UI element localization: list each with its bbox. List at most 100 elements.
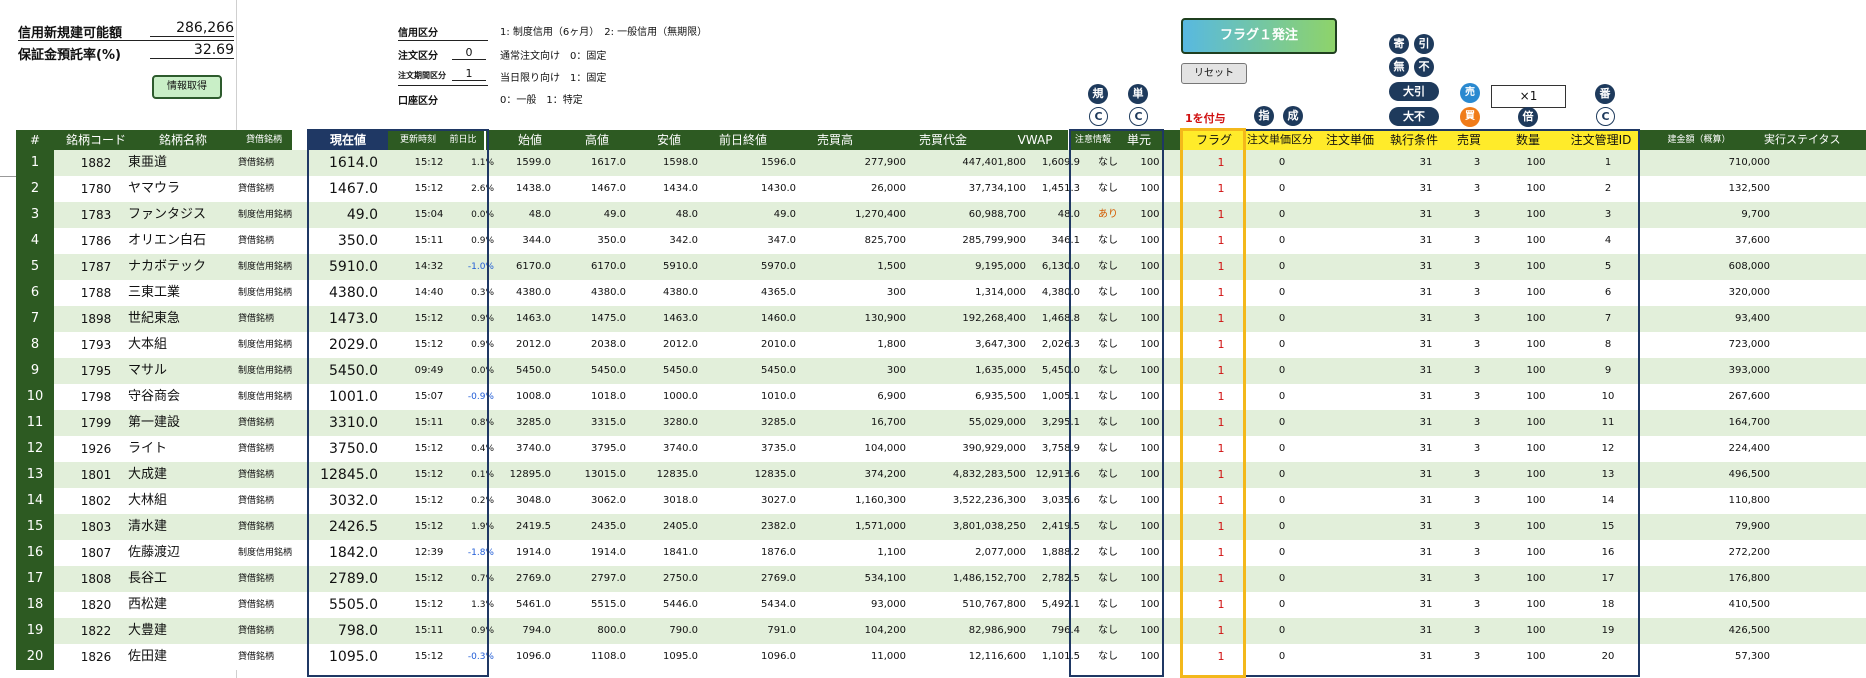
order-flag[interactable]: 1 — [1198, 306, 1244, 332]
multiplier-input[interactable]: ×1 — [1491, 85, 1566, 108]
order-type[interactable]: 0 — [1267, 176, 1297, 202]
order-flag[interactable]: 1 — [1198, 410, 1244, 436]
reset-button[interactable]: リセット — [1181, 63, 1247, 84]
none-icon[interactable]: 無 — [1389, 57, 1409, 77]
order-qty[interactable]: 100 — [1518, 254, 1554, 280]
table-row[interactable]: 7 1898 世紀東急 貸借銘柄 1473.0 15:12 0.9% 1463.0 1475.0… — [16, 306, 1866, 332]
order-qty[interactable]: 100 — [1518, 592, 1554, 618]
order-type[interactable]: 0 — [1267, 514, 1297, 540]
table-row[interactable]: 1 1882 東亜道 貸借銘柄 1614.0 15:12 1.1% 1599.0 1617.0 1… — [16, 150, 1866, 176]
order-type[interactable]: 0 — [1267, 306, 1297, 332]
rule-clear-icon[interactable]: C — [1089, 107, 1108, 126]
order-qty[interactable]: 100 — [1518, 384, 1554, 410]
limit-order-icon[interactable]: 指 — [1254, 106, 1274, 126]
info-fetch-button[interactable]: 情報取得 — [152, 75, 222, 99]
unit-icon[interactable]: 単 — [1128, 84, 1148, 104]
order-flag[interactable]: 1 — [1198, 566, 1244, 592]
sell-icon[interactable]: 売 — [1460, 83, 1480, 103]
close-icon[interactable]: 引 — [1414, 34, 1434, 54]
order-qty[interactable]: 100 — [1518, 644, 1554, 670]
order-qty[interactable]: 100 — [1518, 566, 1554, 592]
table-row[interactable]: 13 1801 大成建 貸借銘柄 12845.0 15:12 0.1% 12895.0 1301… — [16, 462, 1866, 488]
settings-value-order[interactable]: 0 — [452, 46, 486, 60]
order-flag[interactable]: 1 — [1198, 150, 1244, 176]
order-qty[interactable]: 100 — [1518, 358, 1554, 384]
table-row[interactable]: 20 1826 佐田建 貸借銘柄 1095.0 15:12 -0.3% 1096.0 1108.… — [16, 644, 1866, 670]
close-unfilled-icon[interactable]: 大不 — [1389, 107, 1439, 126]
order-flag[interactable]: 1 — [1198, 592, 1244, 618]
order-qty[interactable]: 100 — [1518, 410, 1554, 436]
order-type[interactable]: 0 — [1267, 566, 1297, 592]
order-type[interactable]: 0 — [1267, 254, 1297, 280]
table-row[interactable]: 16 1807 佐藤渡辺 制度信用銘柄 1842.0 12:39 -1.8% 1914.0 19… — [16, 540, 1866, 566]
close-auction-icon[interactable]: 大引 — [1389, 82, 1439, 101]
order-qty[interactable]: 100 — [1518, 488, 1554, 514]
order-flag[interactable]: 1 — [1198, 540, 1244, 566]
table-row[interactable]: 12 1926 ライト 貸借銘柄 3750.0 15:12 0.4% 3740.0 3795.0… — [16, 436, 1866, 462]
rule-icon[interactable]: 規 — [1088, 84, 1108, 104]
unit-clear-icon[interactable]: C — [1129, 107, 1148, 126]
order-flag[interactable]: 1 — [1198, 436, 1244, 462]
order-flag[interactable]: 1 — [1198, 384, 1244, 410]
order-flag[interactable]: 1 — [1198, 618, 1244, 644]
id-icon[interactable]: 番 — [1595, 84, 1615, 104]
buy-icon[interactable]: 買 — [1460, 107, 1480, 127]
order-qty[interactable]: 100 — [1518, 306, 1554, 332]
table-row[interactable]: 19 1822 大豊建 貸借銘柄 798.0 15:11 0.9% 794.0 800.0 790… — [16, 618, 1866, 644]
order-qty[interactable]: 100 — [1518, 436, 1554, 462]
order-qty[interactable]: 100 — [1518, 176, 1554, 202]
table-row[interactable]: 9 1795 マサル 制度信用銘柄 5450.0 09:49 0.0% 5450.0 5450.… — [16, 358, 1866, 384]
order-flag[interactable]: 1 — [1198, 332, 1244, 358]
order-type[interactable]: 0 — [1267, 202, 1297, 228]
order-type[interactable]: 0 — [1267, 592, 1297, 618]
table-row[interactable]: 6 1788 三東工業 制度信用銘柄 4380.0 14:40 0.3% 4380.0 4380… — [16, 280, 1866, 306]
order-type[interactable]: 0 — [1267, 150, 1297, 176]
order-flag[interactable]: 1 — [1198, 514, 1244, 540]
open-icon[interactable]: 寄 — [1389, 34, 1409, 54]
table-row[interactable]: 2 1780 ヤマウラ 貸借銘柄 1467.0 15:12 2.6% 1438.0 1467.0… — [16, 176, 1866, 202]
table-row[interactable]: 18 1820 西松建 貸借銘柄 5505.0 15:12 1.3% 5461.0 5515.0… — [16, 592, 1866, 618]
table-row[interactable]: 4 1786 オリエン白石 貸借銘柄 350.0 15:11 0.9% 344.0 350.0 3… — [16, 228, 1866, 254]
order-type[interactable]: 0 — [1267, 332, 1297, 358]
order-type[interactable]: 0 — [1267, 488, 1297, 514]
order-type[interactable]: 0 — [1267, 540, 1297, 566]
order-flag[interactable]: 1 — [1198, 228, 1244, 254]
table-row[interactable]: 3 1783 ファンタジス 制度信用銘柄 49.0 15:04 0.0% 48.0 49.0 48… — [16, 202, 1866, 228]
table-row[interactable]: 10 1798 守谷商会 制度信用銘柄 1001.0 15:07 -0.9% 1008.0 10… — [16, 384, 1866, 410]
order-qty[interactable]: 100 — [1518, 228, 1554, 254]
order-flag[interactable]: 1 — [1198, 254, 1244, 280]
order-qty[interactable]: 100 — [1518, 332, 1554, 358]
order-flag[interactable]: 1 — [1198, 176, 1244, 202]
order-qty[interactable]: 100 — [1518, 462, 1554, 488]
market-order-icon[interactable]: 成 — [1283, 106, 1303, 126]
settings-value-period[interactable]: 1 — [452, 67, 486, 81]
table-row[interactable]: 8 1793 大本組 制度信用銘柄 2029.0 15:12 0.9% 2012.0 2038.… — [16, 332, 1866, 358]
order-flag[interactable]: 1 — [1198, 280, 1244, 306]
order-qty[interactable]: 100 — [1518, 150, 1554, 176]
flag-order-button[interactable]: フラグ１発注 — [1181, 18, 1337, 54]
order-type[interactable]: 0 — [1267, 384, 1297, 410]
order-type[interactable]: 0 — [1267, 358, 1297, 384]
table-row[interactable]: 15 1803 清水建 貸借銘柄 2426.5 15:12 1.9% 2419.5 2435.0… — [16, 514, 1866, 540]
order-qty[interactable]: 100 — [1518, 540, 1554, 566]
order-qty[interactable]: 100 — [1518, 514, 1554, 540]
order-type[interactable]: 0 — [1267, 410, 1297, 436]
table-row[interactable]: 11 1799 第一建設 貸借銘柄 3310.0 15:11 0.8% 3285.0 3315.… — [16, 410, 1866, 436]
order-type[interactable]: 0 — [1267, 462, 1297, 488]
table-row[interactable]: 5 1787 ナカボテック 制度信用銘柄 5910.0 14:32 -1.0% 6170.0 6… — [16, 254, 1866, 280]
order-qty[interactable]: 100 — [1518, 202, 1554, 228]
order-type[interactable]: 0 — [1267, 618, 1297, 644]
order-flag[interactable]: 1 — [1198, 644, 1244, 670]
order-type[interactable]: 0 — [1267, 436, 1297, 462]
table-row[interactable]: 17 1808 長谷工 貸借銘柄 2789.0 15:12 0.7% 2769.0 2797.0… — [16, 566, 1866, 592]
order-flag[interactable]: 1 — [1198, 462, 1244, 488]
table-row[interactable]: 14 1802 大林組 貸借銘柄 3032.0 15:12 0.2% 3048.0 3062.0… — [16, 488, 1866, 514]
order-flag[interactable]: 1 — [1198, 202, 1244, 228]
order-flag[interactable]: 1 — [1198, 488, 1244, 514]
order-type[interactable]: 0 — [1267, 644, 1297, 670]
multiplier-icon[interactable]: 倍 — [1518, 107, 1538, 127]
unfilled-icon[interactable]: 不 — [1414, 57, 1434, 77]
order-qty[interactable]: 100 — [1518, 618, 1554, 644]
id-clear-icon[interactable]: C — [1596, 107, 1615, 126]
order-flag[interactable]: 1 — [1198, 358, 1244, 384]
